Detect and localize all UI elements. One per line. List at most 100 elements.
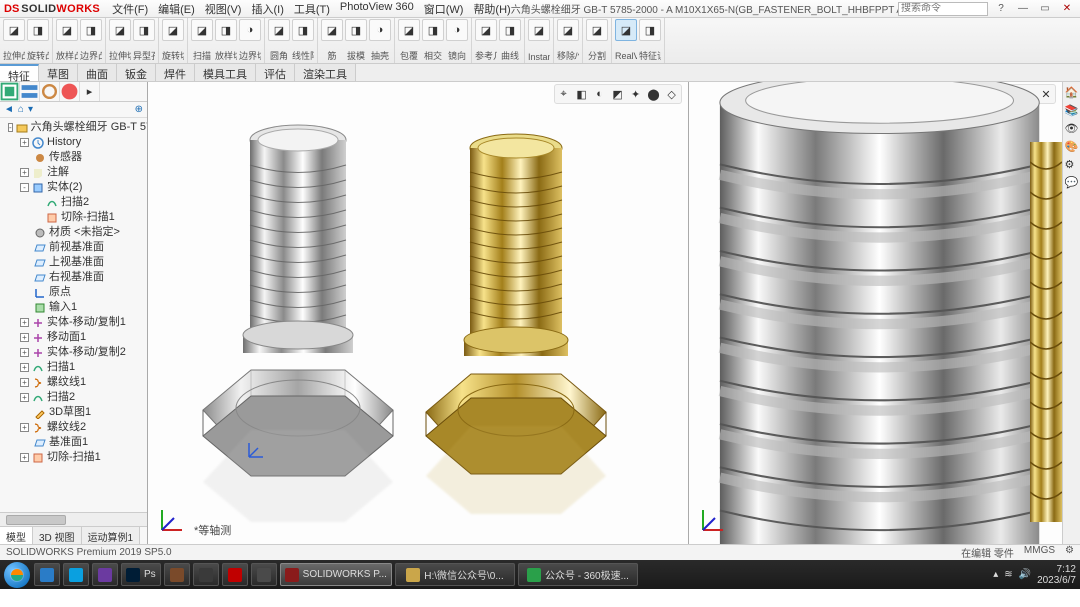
tree-twisty[interactable]: + [20, 138, 29, 147]
panel-filter-icon[interactable]: ▾ [28, 104, 33, 115]
tree-node[interactable]: +螺纹线2 [4, 420, 145, 435]
menu-edit[interactable]: 编辑(E) [158, 1, 195, 17]
tree-node[interactable]: +注解 [4, 165, 145, 180]
tree-twisty[interactable]: + [20, 333, 29, 342]
start-button[interactable] [4, 562, 30, 588]
hud-hide-icon[interactable]: ◇ [664, 86, 680, 102]
tree-twisty[interactable]: + [20, 423, 29, 432]
tray-vol-icon[interactable]: 🔊 [1019, 569, 1031, 580]
ribbon-button[interactable]: ◪ [557, 19, 579, 41]
tree-node[interactable]: -六角头螺栓细牙 GB-T 5785-2000 - A M [4, 120, 145, 135]
taskbar-item[interactable] [164, 563, 190, 586]
panel-pin-icon[interactable]: ⊕ [135, 104, 143, 115]
view-left[interactable]: ⌖ ◧ ◐ ◩ ✦ ⬤ ◇ [148, 82, 689, 544]
taskbar-item[interactable] [193, 563, 219, 586]
panel-scrollbar-h[interactable] [0, 512, 147, 526]
menu-window[interactable]: 窗口(W) [424, 1, 464, 17]
taskbar-item[interactable] [63, 563, 89, 586]
view-triad[interactable] [695, 504, 729, 538]
ribbon-button[interactable]: ◑ [446, 19, 468, 41]
tree-node[interactable]: 传感器 [4, 150, 145, 165]
menu-tools[interactable]: 工具(T) [294, 1, 330, 17]
ribbon-button[interactable]: ◨ [27, 19, 49, 41]
status-gear-icon[interactable]: ⚙ [1065, 545, 1074, 560]
tree-twisty[interactable]: + [20, 453, 29, 462]
ribbon-button[interactable]: ◪ [109, 19, 131, 41]
menu-photoview[interactable]: PhotoView 360 [340, 1, 414, 17]
taskbar-item[interactable] [251, 563, 277, 586]
tree-node[interactable]: 基准面1 [4, 435, 145, 450]
tree-node[interactable]: 3D草图1 [4, 405, 145, 420]
ribbon-button[interactable]: ◑ [239, 19, 261, 41]
tree-node[interactable]: -实体(2) [4, 180, 145, 195]
ribbon-button[interactable]: ◨ [499, 19, 521, 41]
tree-twisty[interactable]: + [20, 378, 29, 387]
tree-node[interactable]: 切除-扫描1 [4, 210, 145, 225]
tree-twisty[interactable]: - [8, 123, 13, 132]
tab-model[interactable]: 模型 [0, 527, 33, 544]
cm-tab[interactable]: 草图 [39, 64, 78, 81]
tree-node[interactable]: 前视基准面 [4, 240, 145, 255]
tree-node[interactable]: +移动面1 [4, 330, 145, 345]
ribbon-button[interactable]: ◪ [162, 19, 184, 41]
taskbar-item[interactable] [34, 563, 60, 586]
minimize-button[interactable]: — [1014, 2, 1032, 16]
tab-property[interactable] [20, 82, 40, 101]
ribbon-button[interactable]: ◪ [321, 19, 343, 41]
tree-node[interactable]: +实体-移动/复制2 [4, 345, 145, 360]
tree-node[interactable]: 输入1 [4, 300, 145, 315]
menu-file[interactable]: 文件(F) [112, 1, 148, 17]
tree-node[interactable]: +扫描2 [4, 390, 145, 405]
tab-motion[interactable]: 运动算例1 [82, 527, 141, 544]
cm-tab[interactable]: 特征 [0, 64, 39, 81]
maximize-button[interactable]: ▭ [1036, 2, 1054, 16]
command-search[interactable] [898, 2, 988, 16]
tray-chevron-icon[interactable]: ▴ [993, 569, 998, 580]
ribbon-button[interactable]: ◪ [3, 19, 25, 41]
ribbon-button[interactable]: ◨ [422, 19, 444, 41]
taskbar-item[interactable] [222, 563, 248, 586]
ribbon-button[interactable]: ◪ [528, 19, 550, 41]
ribbon-button[interactable]: ◪ [398, 19, 420, 41]
close-button[interactable]: ✕ [1058, 2, 1076, 16]
cm-tab[interactable]: 模具工具 [195, 64, 256, 81]
panel-back-icon[interactable]: ◄ [4, 104, 14, 115]
cm-tab[interactable]: 曲面 [78, 64, 117, 81]
ribbon-button[interactable]: ◨ [292, 19, 314, 41]
cm-tab[interactable]: 钣金 [117, 64, 156, 81]
tree-node[interactable]: 材质 <未指定> [4, 225, 145, 240]
tree-node[interactable]: 右视基准面 [4, 270, 145, 285]
tree-node[interactable]: +螺纹线1 [4, 375, 145, 390]
tray-net-icon[interactable]: ≋ [1004, 569, 1012, 580]
ribbon-button[interactable]: ◪ [615, 19, 637, 41]
ribbon-button[interactable]: ◪ [56, 19, 78, 41]
tree-twisty[interactable]: + [20, 168, 29, 177]
tree-twisty[interactable]: - [20, 183, 29, 192]
taskbar-item[interactable] [92, 563, 118, 586]
ribbon-button[interactable]: ◨ [80, 19, 102, 41]
tab-display[interactable] [60, 82, 80, 101]
taskbar-item[interactable]: SOLIDWORKS P... [280, 563, 392, 586]
ribbon-button[interactable]: ◑ [369, 19, 391, 41]
hud-zoomfit-icon[interactable]: ⌖ [556, 86, 572, 102]
view-right[interactable]: ⌖ ◧ ◐ ◩ ✦ ⬤ ◇ — ▭ ✕ 🏠 📚 👁 🎨 ⚙ 💬 [689, 82, 1080, 544]
ribbon-button[interactable]: ◨ [215, 19, 237, 41]
tree-twisty[interactable]: + [20, 348, 29, 357]
cm-tab[interactable]: 焊件 [156, 64, 195, 81]
tree-node[interactable]: 扫描2 [4, 195, 145, 210]
status-units[interactable]: MMGS [1024, 545, 1055, 560]
hud-orient-icon[interactable]: ◧ [574, 86, 590, 102]
hud-section-icon[interactable]: ◩ [610, 86, 626, 102]
taskbar-item[interactable]: 公众号 - 360极速... [518, 563, 638, 586]
ribbon-button[interactable]: ◨ [345, 19, 367, 41]
ribbon-button[interactable]: ◪ [475, 19, 497, 41]
tab-config[interactable] [40, 82, 60, 101]
tray-clock[interactable]: 7:122023/6/7 [1037, 564, 1076, 586]
panel-expand[interactable]: ▸ [80, 82, 100, 101]
help-icon[interactable]: ? [992, 2, 1010, 16]
menu-view[interactable]: 视图(V) [205, 1, 242, 17]
taskbar-item[interactable]: Ps [121, 563, 161, 586]
view-triad[interactable] [154, 504, 188, 538]
tree-node[interactable]: +切除-扫描1 [4, 450, 145, 465]
tree-node[interactable]: 原点 [4, 285, 145, 300]
